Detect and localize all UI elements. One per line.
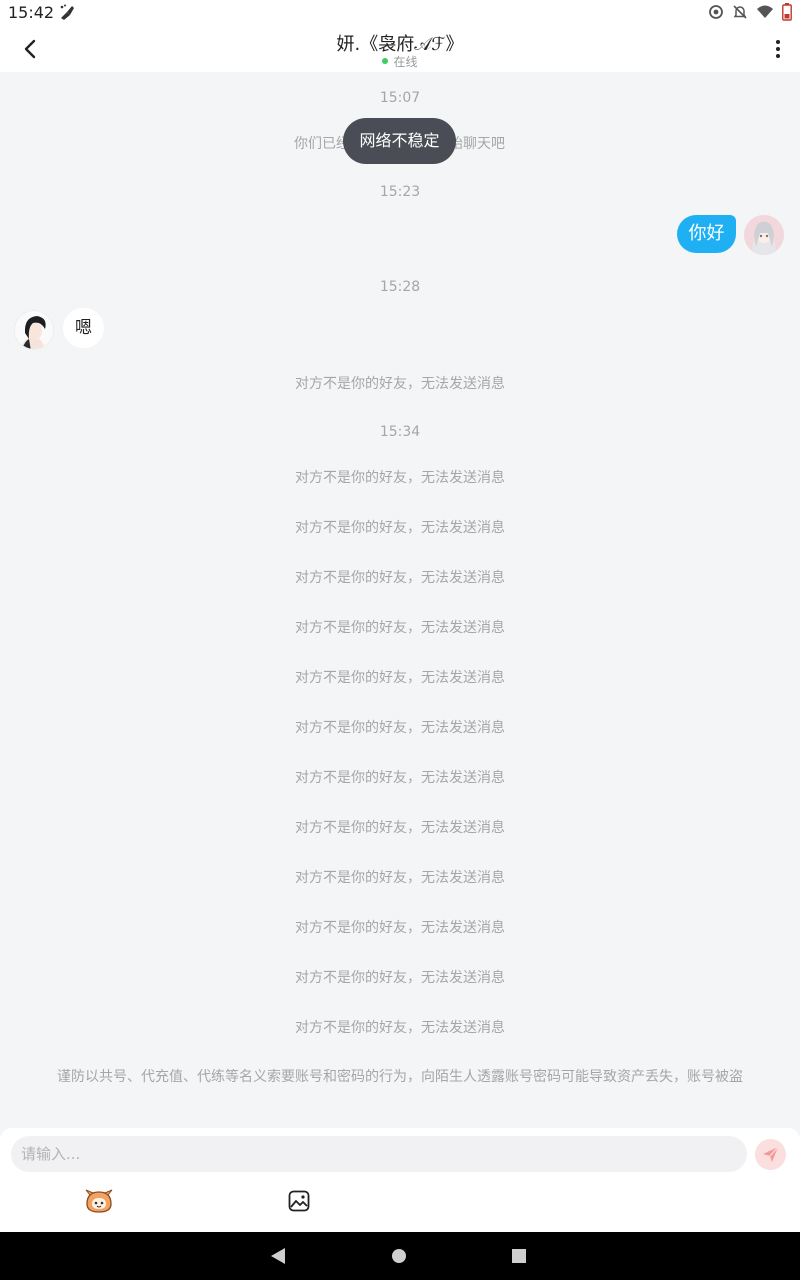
not-friend-notice: 对方不是你的好友，无法发送消息 xyxy=(295,620,505,636)
chat-header: 妍.《袅府𝒜ℱ》 在线 xyxy=(0,26,800,72)
emoji-icon[interactable] xyxy=(84,1188,114,1214)
nav-recents-icon[interactable] xyxy=(512,1249,526,1263)
not-friend-notice: 对方不是你的好友，无法发送消息 xyxy=(295,820,505,836)
my-avatar[interactable] xyxy=(744,215,784,255)
not-friend-notice: 对方不是你的好友，无法发送消息 xyxy=(295,970,505,986)
network-toast: 网络不稳定 xyxy=(343,118,456,164)
more-vertical-icon[interactable] xyxy=(770,38,786,60)
status-bar: 15:42 xyxy=(0,0,800,26)
not-friend-notice: 对方不是你的好友，无法发送消息 xyxy=(295,470,505,486)
not-friend-notice: 对方不是你的好友，无法发送消息 xyxy=(295,1020,505,1036)
mute-icon xyxy=(732,4,748,20)
message-input[interactable] xyxy=(11,1136,747,1172)
not-friend-notice: 对方不是你的好友，无法发送消息 xyxy=(295,376,505,392)
outgoing-message-bubble[interactable]: 你好 xyxy=(677,215,736,253)
system-message-left: 你们已经 xyxy=(294,136,350,152)
incoming-message-bubble[interactable]: 嗯 xyxy=(63,308,104,348)
timestamp: 15:34 xyxy=(379,424,421,440)
send-button[interactable] xyxy=(755,1139,786,1170)
battery-icon xyxy=(782,3,792,21)
not-friend-notice: 对方不是你的好友，无法发送消息 xyxy=(295,920,505,936)
security-warning: 谨防以共号、代充值、代练等名义索要账号和密码的行为，向陌生人透露账号密码可能导致… xyxy=(57,1069,743,1085)
status-icons xyxy=(708,3,792,21)
not-friend-notice: 对方不是你的好友，无法发送消息 xyxy=(295,870,505,886)
not-friend-notice: 对方不是你的好友，无法发送消息 xyxy=(295,570,505,586)
nav-back-icon[interactable] xyxy=(270,1247,286,1269)
friend-avatar[interactable] xyxy=(14,310,54,350)
status-time: 15:42 xyxy=(8,3,55,22)
message-composer xyxy=(0,1128,800,1232)
not-friend-notice: 对方不是你的好友，无法发送消息 xyxy=(295,720,505,736)
not-friend-notice: 对方不是你的好友，无法发送消息 xyxy=(295,670,505,686)
timestamp: 15:23 xyxy=(379,184,421,200)
online-dot xyxy=(382,58,389,64)
image-icon[interactable] xyxy=(288,1190,310,1212)
online-status: 在线 xyxy=(0,53,800,70)
system-navigation-bar xyxy=(0,1232,800,1280)
location-icon xyxy=(708,4,724,20)
not-friend-notice: 对方不是你的好友，无法发送消息 xyxy=(295,520,505,536)
cleaner-icon xyxy=(58,3,76,21)
timestamp: 15:28 xyxy=(379,279,421,295)
nav-home-icon[interactable] xyxy=(392,1249,406,1263)
online-status-label: 在线 xyxy=(393,55,418,69)
system-message-right: 始聊天吧 xyxy=(449,136,505,152)
not-friend-notice: 对方不是你的好友，无法发送消息 xyxy=(295,770,505,786)
timestamp: 15:07 xyxy=(379,90,421,106)
wifi-icon xyxy=(756,4,774,20)
